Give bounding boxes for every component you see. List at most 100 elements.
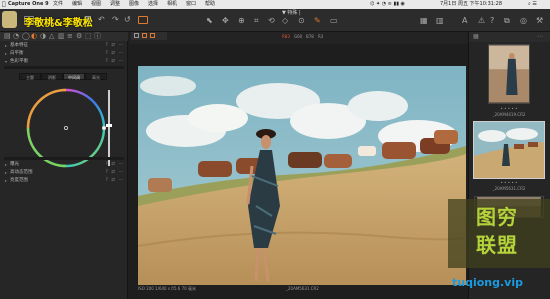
exif-info: ISO 200 1/640 s f/5.6 70 毫米 [138, 286, 196, 291]
tool-exposure[interactable]: ▸ 曝光 ? ⇄ ⋯ [2, 161, 126, 168]
main-photo[interactable] [138, 66, 466, 285]
multi-view-icon[interactable] [142, 33, 147, 38]
viewer-header: R83 G60 B78 R3 [129, 32, 468, 44]
tab-info-icon[interactable]: ⓘ [94, 33, 101, 40]
author-avatar [2, 11, 17, 28]
document-title: ▼ 特殊 | [282, 10, 301, 16]
view-mode-controls[interactable] [131, 32, 167, 40]
tab-master[interactable]: 主题 [19, 73, 41, 80]
reset-icon[interactable]: ↺ [124, 15, 131, 25]
menu-adjust[interactable]: 调整 [110, 0, 120, 9]
pan-icon[interactable]: ✥ [222, 16, 229, 26]
proof-badge-b: B78 [306, 34, 314, 39]
text-icon[interactable]: A [462, 16, 467, 26]
menu-select[interactable]: 选择 [148, 0, 158, 9]
tools-icon[interactable]: ⚒ [536, 16, 543, 26]
browser-grid-icon[interactable]: ▦ [473, 33, 479, 40]
menu-camera[interactable]: 相机 [167, 0, 177, 9]
thumbnail-rating[interactable]: • • • • • [474, 180, 544, 185]
tool-actions-icon[interactable]: ? ⇄ ⋯ [105, 42, 124, 49]
redo-icon[interactable]: ↷ [112, 15, 119, 25]
menubar-status-icons[interactable]: ⌬ ✦ ◔ ≋ ▮▮ ◉ [370, 0, 405, 9]
collapse-icon: ▾ [5, 59, 8, 64]
browser-menu-icon[interactable]: ⋯ [537, 33, 543, 40]
tool-tabs: ▤ ◔ ◯ ◐ ◑ △ ▥ ≡ ⚙ ⬚ ⓘ [0, 32, 128, 41]
tab-meta-icon[interactable]: ≡ [67, 33, 73, 40]
expand-icon: ▸ [5, 162, 8, 167]
tab-detail-icon[interactable]: △ [49, 33, 54, 40]
watermark-url: tuqiong.vip [452, 276, 523, 289]
thumbnail-filename: _20AM4419.CR2 [492, 112, 526, 117]
proof-badge-extra: R3 [318, 34, 324, 39]
thumbnail-image[interactable] [474, 122, 544, 178]
tool-hdr[interactable]: ▸ 高动态范围 ? ⇄ ⋯ [2, 169, 126, 176]
tool-actions-icon[interactable]: ? ⇄ ⋯ [105, 177, 124, 184]
tool-actions-icon[interactable]: ? ⇄ ⋯ [105, 58, 124, 65]
eraser-icon[interactable]: ▭ [330, 16, 338, 26]
tab-color-icon[interactable]: ◐ [31, 33, 37, 40]
menu-window[interactable]: 窗口 [186, 0, 196, 9]
image-filename: _20AM5631.CR2 [286, 286, 319, 291]
rotate-icon[interactable]: ⟲ [268, 16, 275, 26]
watermark-logo: 图穷 联盟 [448, 199, 550, 268]
tab-capture-icon[interactable]: ◔ [13, 33, 19, 40]
keystone-icon[interactable]: ◇ [282, 16, 288, 26]
app-menu[interactable]: Capture One 9 [8, 0, 49, 9]
tool-levels[interactable]: ▸ 亮度范围 ? ⇄ ⋯ [2, 177, 126, 184]
tab-midtone[interactable]: 中间调 [63, 73, 85, 80]
expand-icon: ▸ [5, 51, 8, 56]
lightness-slider-handle[interactable] [106, 124, 112, 127]
cursor-icon[interactable]: ⬉ [206, 16, 213, 26]
menu-bar:  Capture One 9 文件 编辑 视图 调整 图像 选择 相机 窗口 … [0, 0, 550, 9]
menu-view[interactable]: 视图 [91, 0, 101, 9]
spot-icon[interactable]: ⊙ [298, 16, 305, 26]
proof-badge-g: G60 [294, 34, 303, 39]
thumbnail-rating[interactable]: • • • • • [474, 106, 544, 111]
tool-actions-icon[interactable]: ? ⇄ ⋯ [105, 50, 124, 57]
expand-icon: ▸ [5, 43, 8, 48]
lightness-slider[interactable] [108, 90, 110, 166]
help-icon[interactable]: ? [490, 16, 494, 26]
tab-library-icon[interactable]: ▤ [4, 33, 11, 40]
brush-icon[interactable]: ✎ [314, 16, 321, 26]
warning-icon[interactable]: ⚠ [478, 16, 485, 26]
expand-icon: ▸ [5, 178, 8, 183]
tab-lens-icon[interactable]: ◯ [22, 33, 30, 40]
tool-basic-characteristics[interactable]: ▸ 基本特征 ? ⇄ ⋯ [2, 42, 126, 49]
menu-file[interactable]: 文件 [53, 0, 63, 9]
layers-icon[interactable]: ⧉ [504, 16, 510, 26]
apple-icon[interactable]:  [2, 0, 6, 9]
divider [4, 157, 124, 160]
tab-exposure-icon[interactable]: ◑ [40, 33, 46, 40]
menu-edit[interactable]: 编辑 [72, 0, 82, 9]
tool-white-balance[interactable]: ▸ 白平衡 ? ⇄ ⋯ [2, 50, 126, 57]
image-info-bar: ISO 200 1/640 s f/5.6 70 毫米 _20AM5631.CR… [138, 285, 468, 292]
crop-icon[interactable]: ⌗ [254, 16, 259, 26]
divider [4, 66, 124, 69]
tab-batch-icon[interactable]: ⬚ [85, 33, 92, 40]
tool-actions-icon[interactable]: ? ⇄ ⋯ [105, 161, 124, 168]
compare-icon[interactable]: ▥ [436, 16, 444, 26]
tab-local-icon[interactable]: ▥ [58, 33, 65, 40]
single-view-icon[interactable] [134, 33, 139, 38]
tool-panel: ▤ ◔ ◯ ◐ ◑ △ ▥ ≡ ⚙ ⬚ ⓘ ▸ 基本特征 ? ⇄ ⋯ ▸ 白平衡… [0, 32, 128, 299]
watermark-author: 李敬桃&李敬松 [0, 10, 100, 30]
preview-icon[interactable]: ◎ [520, 16, 527, 26]
zoom-icon[interactable]: ⊕ [238, 16, 245, 26]
tool-actions-icon[interactable]: ? ⇄ ⋯ [105, 169, 124, 176]
thumbnail-filename: _20AM5631.CR2 [492, 186, 526, 191]
copy-adjustments-icon[interactable] [138, 16, 148, 24]
menubar-clock[interactable]: 7月1日 周五 下午10:31:28 [440, 0, 502, 9]
menu-help[interactable]: 帮助 [205, 0, 215, 9]
browser-header: ▦ ⋯ [469, 32, 550, 42]
tool-color-balance[interactable]: ▾ 色彩平衡 ? ⇄ ⋯ [2, 58, 126, 65]
grid-view-icon[interactable]: ▦ [420, 16, 428, 26]
tab-highlight[interactable]: 高光 [85, 73, 107, 80]
thumbnail-image[interactable] [488, 44, 530, 104]
tab-shadow[interactable]: 阴影 [41, 73, 63, 80]
expand-icon: ▸ [5, 170, 8, 175]
tab-output-icon[interactable]: ⚙ [76, 33, 82, 40]
spotlight-icon[interactable]: ⌕ ☰ [528, 0, 537, 9]
compare-view-icon[interactable] [150, 33, 155, 38]
menu-image[interactable]: 图像 [129, 0, 139, 9]
